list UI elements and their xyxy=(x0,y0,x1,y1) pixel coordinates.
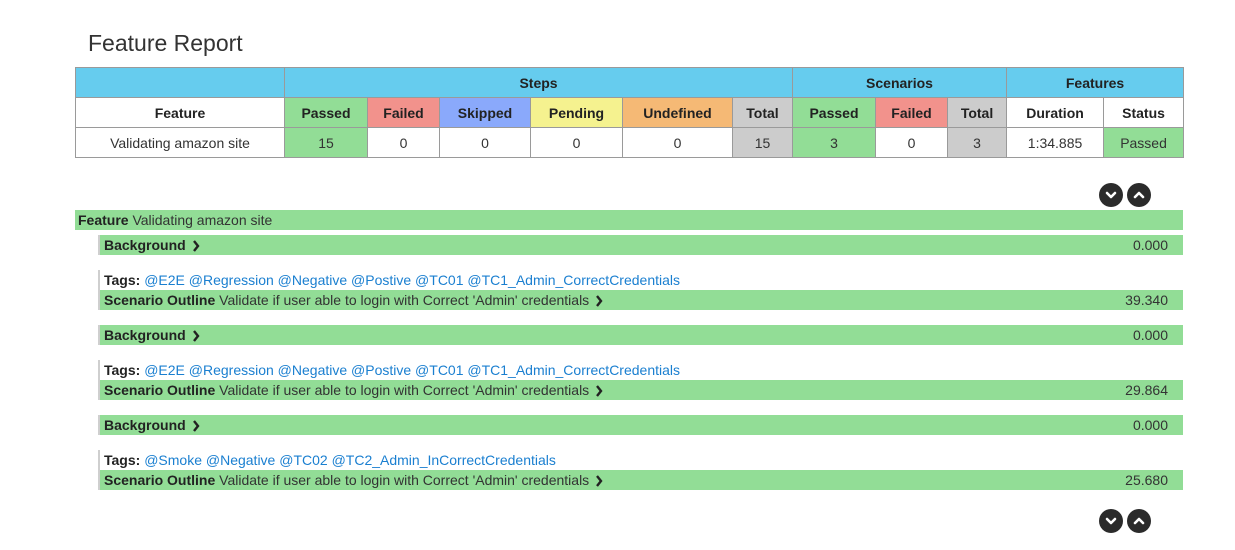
col-steps-total[interactable]: Total xyxy=(732,97,793,128)
background-toggle-1[interactable]: Background 0.000 xyxy=(98,235,1183,255)
chevron-right-icon xyxy=(596,475,603,488)
scenario-outline-keyword: Scenario Outline xyxy=(104,382,216,398)
expand-all-button[interactable] xyxy=(1099,509,1123,533)
scenario-tags-2: Tags: @E2E @Regression @Negative @Postiv… xyxy=(98,360,1183,380)
scenario-title: Validate if user able to login with Corr… xyxy=(219,472,590,488)
background-duration: 0.000 xyxy=(1132,237,1168,253)
steps-group-header: Steps xyxy=(284,67,793,98)
col-feature[interactable]: Feature xyxy=(75,97,285,128)
tags-keyword: Tags: xyxy=(104,362,141,378)
scenario-title: Validate if user able to login with Corr… xyxy=(219,382,590,398)
chevron-up-icon xyxy=(1133,191,1145,199)
steps-passed-cell: 15 xyxy=(284,127,368,158)
feature-stats-table: Steps Scenarios Features Feature Passed … xyxy=(75,67,1185,158)
col-steps-failed[interactable]: Failed xyxy=(367,97,440,128)
chevron-down-icon xyxy=(1105,191,1117,199)
background-keyword: Background xyxy=(104,327,186,343)
col-scenarios-total[interactable]: Total xyxy=(946,97,1008,128)
expand-collapse-controls-top xyxy=(1099,183,1151,207)
feature-name-cell[interactable]: Validating amazon site xyxy=(75,127,285,158)
scenario-tags-3: Tags: @Smoke @Negative @TC02 @TC2_Admin_… xyxy=(98,450,1183,470)
chevron-down-icon xyxy=(1105,517,1117,525)
col-steps-pending[interactable]: Pending xyxy=(530,97,623,128)
chevron-right-icon xyxy=(596,295,603,308)
background-duration: 0.000 xyxy=(1132,327,1168,343)
steps-pending-cell: 0 xyxy=(530,127,623,158)
scenario-duration: 25.680 xyxy=(1125,472,1168,488)
background-duration: 0.000 xyxy=(1132,417,1168,433)
col-steps-passed[interactable]: Passed xyxy=(284,97,368,128)
scenarios-total-cell: 3 xyxy=(946,127,1008,158)
chevron-right-icon xyxy=(596,385,603,398)
col-steps-skipped[interactable]: Skipped xyxy=(439,97,531,128)
scenario-title: Validate if user able to login with Corr… xyxy=(219,292,590,308)
feature-title: Validating amazon site xyxy=(132,212,273,228)
tags-keyword: Tags: xyxy=(104,272,141,288)
collapse-all-button[interactable] xyxy=(1127,509,1151,533)
tags-keyword: Tags: xyxy=(104,452,141,468)
duration-cell: 1:34.885 xyxy=(1006,127,1105,158)
scenario-outline-keyword: Scenario Outline xyxy=(104,292,216,308)
scenarios-group-header: Scenarios xyxy=(791,67,1008,98)
chevron-right-icon xyxy=(192,330,200,343)
empty-header-cell xyxy=(75,67,285,98)
col-scenarios-failed[interactable]: Failed xyxy=(875,97,948,128)
tag-list[interactable]: @Smoke @Negative @TC02 @TC2_Admin_InCorr… xyxy=(144,452,556,468)
scenario-tags-1: Tags: @E2E @Regression @Negative @Postiv… xyxy=(98,270,1183,290)
feature-header[interactable]: Feature Validating amazon site xyxy=(75,210,1183,230)
background-keyword: Background xyxy=(104,417,186,433)
chevron-right-icon xyxy=(192,420,200,433)
background-toggle-2[interactable]: Background 0.000 xyxy=(98,325,1183,345)
chevron-up-icon xyxy=(1133,517,1145,525)
steps-skipped-cell: 0 xyxy=(439,127,531,158)
col-scenarios-passed[interactable]: Passed xyxy=(792,97,876,128)
background-keyword: Background xyxy=(104,237,186,253)
col-duration[interactable]: Duration xyxy=(1006,97,1105,128)
steps-undefined-cell: 0 xyxy=(622,127,733,158)
steps-failed-cell: 0 xyxy=(367,127,440,158)
table-row: Validating amazon site 15 0 0 0 0 15 3 0… xyxy=(75,127,1185,158)
col-steps-undefined[interactable]: Undefined xyxy=(622,97,733,128)
steps-total-cell: 15 xyxy=(732,127,793,158)
background-toggle-3[interactable]: Background 0.000 xyxy=(98,415,1183,435)
scenario-toggle-2[interactable]: Scenario Outline Validate if user able t… xyxy=(98,380,1183,400)
scenario-duration: 29.864 xyxy=(1125,382,1168,398)
col-status[interactable]: Status xyxy=(1103,97,1185,128)
scenarios-passed-cell: 3 xyxy=(792,127,876,158)
column-header-row: Feature Passed Failed Skipped Pending Un… xyxy=(75,97,1185,128)
status-cell: Passed xyxy=(1103,127,1185,158)
tag-list[interactable]: @E2E @Regression @Negative @Postive @TC0… xyxy=(144,362,680,378)
group-header-row: Steps Scenarios Features xyxy=(75,67,1185,98)
scenario-duration: 39.340 xyxy=(1125,292,1168,308)
feature-keyword: Feature xyxy=(78,212,129,228)
features-group-header: Features xyxy=(1006,67,1185,98)
scenario-toggle-1[interactable]: Scenario Outline Validate if user able t… xyxy=(98,290,1183,310)
expand-collapse-controls-bottom xyxy=(1099,509,1151,533)
scenario-toggle-3[interactable]: Scenario Outline Validate if user able t… xyxy=(98,470,1183,490)
scenarios-failed-cell: 0 xyxy=(875,127,948,158)
collapse-all-button[interactable] xyxy=(1127,183,1151,207)
page-title: Feature Report xyxy=(88,30,243,56)
scenario-outline-keyword: Scenario Outline xyxy=(104,472,216,488)
tag-list[interactable]: @E2E @Regression @Negative @Postive @TC0… xyxy=(144,272,680,288)
expand-all-button[interactable] xyxy=(1099,183,1123,207)
chevron-right-icon xyxy=(192,240,200,253)
